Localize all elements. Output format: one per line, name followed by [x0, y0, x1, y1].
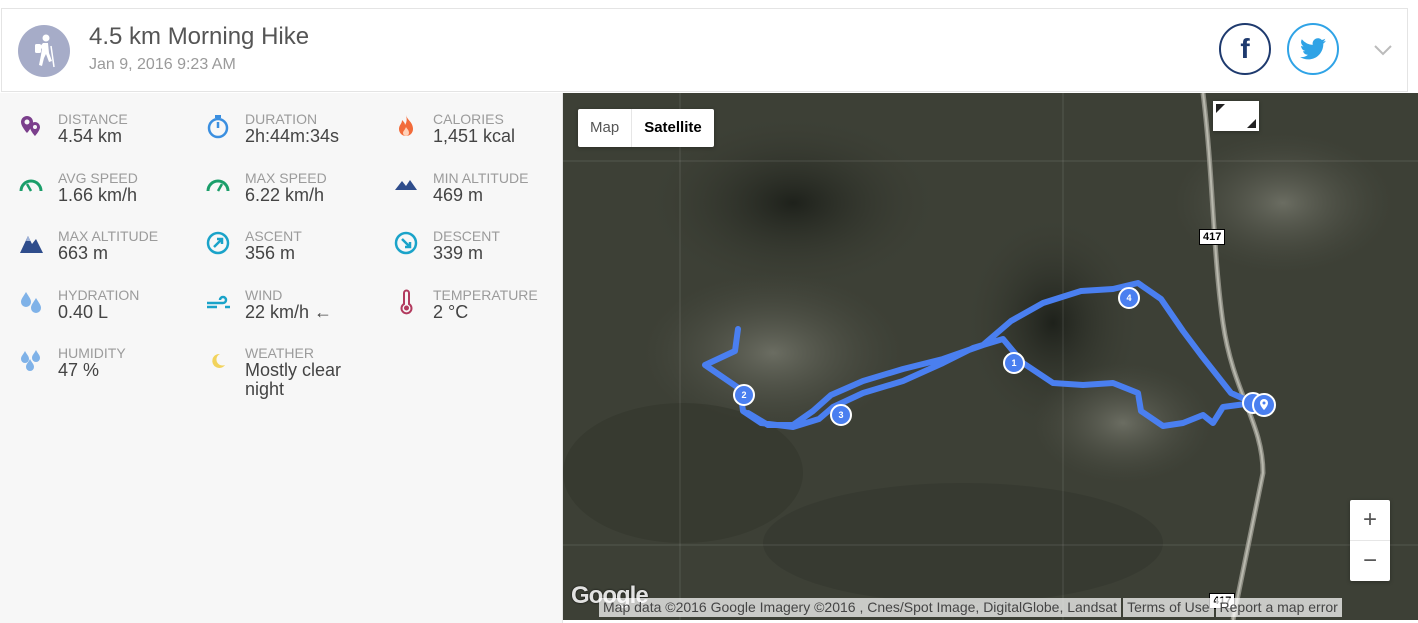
twitter-icon	[1300, 38, 1326, 60]
route-marker-3: 3	[838, 410, 843, 420]
twitter-share-button[interactable]	[1287, 23, 1339, 75]
stat-label: CALORIES	[433, 111, 504, 127]
stat-value: 0.40 L	[58, 302, 109, 322]
stat-value: 4.54 km	[58, 126, 123, 146]
map-type-map-button[interactable]: Map	[578, 109, 633, 147]
location-pins-icon	[21, 116, 40, 136]
terms-of-use-link[interactable]: Terms of Use	[1123, 598, 1214, 617]
road-label-417: 417	[1199, 229, 1226, 245]
stat-label: ASCENT	[245, 228, 302, 244]
stat-label: TEMPERATURE	[433, 287, 538, 303]
chevron-down-icon[interactable]	[1372, 39, 1394, 61]
zoom-out-button[interactable]: −	[1350, 541, 1390, 581]
satellite-imagery: 1 2 3 4	[563, 93, 1418, 620]
stat-value: 22 km/h ←	[245, 302, 333, 322]
facebook-share-button[interactable]: f	[1219, 23, 1271, 75]
stat-value: 339 m	[433, 243, 484, 263]
zoom-control: + −	[1350, 500, 1390, 581]
fullscreen-button[interactable]	[1213, 101, 1259, 131]
stats-panel: DISTANCE 4.54 km DURATION 2h:44m:34s CAL…	[0, 93, 563, 623]
stat-value: 469 m	[433, 185, 484, 205]
stat-value: 1.66 km/h	[58, 185, 138, 205]
workout-card: 4.5 km Morning Hike Jan 9, 2016 9:23 AM …	[0, 0, 1418, 623]
map-type-control: Map Satellite	[578, 109, 714, 147]
stat-label: MIN ALTITUDE	[433, 170, 529, 186]
zoom-in-button[interactable]: +	[1350, 500, 1390, 541]
water-drops-icon	[21, 292, 41, 313]
ascent-icon	[206, 231, 230, 255]
map-attribution: Map data ©2016 Google Imagery ©2016 , Cn…	[599, 598, 1342, 617]
workout-title: 4.5 km Morning Hike	[89, 23, 310, 50]
stopwatch-icon	[207, 115, 229, 139]
stat-value: 47 %	[58, 360, 100, 380]
water-drops-icon	[21, 350, 40, 371]
mountain-icon	[395, 180, 417, 190]
stat-value: 2h:44m:34s	[245, 126, 340, 146]
stat-label: WEATHER	[245, 345, 314, 361]
route-marker-4: 4	[1126, 293, 1131, 303]
stat-value: 663 m	[58, 243, 109, 263]
weather-line-1: Mostly clear	[245, 360, 342, 380]
stat-label: MAX ALTITUDE	[58, 228, 159, 244]
facebook-icon: f	[1240, 33, 1250, 64]
report-map-error-link[interactable]: Report a map error	[1215, 598, 1342, 617]
speedometer-icon	[19, 179, 43, 192]
route-marker-1: 1	[1011, 358, 1016, 368]
stat-label: DURATION	[245, 111, 318, 127]
workout-date: Jan 9, 2016 9:23 AM	[89, 56, 236, 73]
stat-value: 1,451 kcal	[433, 126, 516, 146]
stat-label: AVG SPEED	[58, 170, 138, 186]
flame-icon	[399, 115, 413, 136]
route-marker-2: 2	[741, 390, 746, 400]
route-map[interactable]: 1 2 3 4 417 417 Map Satellite	[563, 93, 1418, 620]
stat-label: HUMIDITY	[58, 345, 126, 361]
thermometer-icon	[400, 289, 413, 315]
stat-value: Mostly clear night	[245, 361, 341, 399]
workout-header: 4.5 km Morning Hike Jan 9, 2016 9:23 AM …	[1, 8, 1408, 92]
map-type-satellite-button[interactable]: Satellite	[632, 109, 714, 147]
stat-label: HYDRATION	[58, 287, 140, 303]
stat-label: MAX SPEED	[245, 170, 327, 186]
stat-value: 6.22 km/h	[245, 185, 325, 205]
speedometer-icon	[206, 179, 230, 192]
stat-value: 356 m	[245, 243, 296, 263]
descent-icon	[394, 231, 418, 255]
moon-icon	[212, 353, 225, 368]
attribution-text: Map data ©2016 Google Imagery ©2016 , Cn…	[599, 598, 1122, 617]
stat-label: WIND	[245, 287, 283, 303]
weather-line-2: night	[245, 379, 285, 399]
mountain-icon	[20, 236, 43, 253]
stat-label: DISTANCE	[58, 111, 128, 127]
hiker-icon	[18, 25, 70, 77]
fullscreen-icon	[1216, 104, 1256, 128]
stat-value: 2 °C	[433, 302, 469, 322]
stat-label: DESCENT	[433, 228, 500, 244]
wind-icon	[207, 295, 230, 309]
